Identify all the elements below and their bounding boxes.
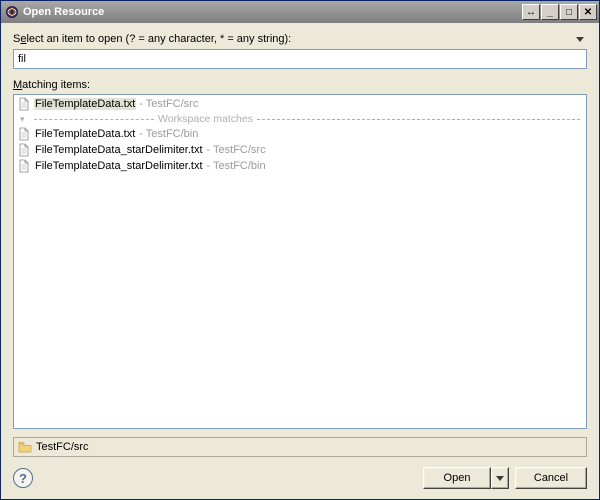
resize-button[interactable]: ↔	[522, 4, 540, 20]
file-icon	[17, 159, 31, 173]
item-filename: FileTemplateData_starDelimiter.txt	[34, 160, 204, 172]
help-button[interactable]: ?	[13, 468, 33, 488]
item-filename: FileTemplateData.txt	[34, 98, 136, 110]
item-path: - TestFC/bin	[207, 160, 266, 172]
file-icon	[17, 143, 31, 157]
status-bar: TestFC/src	[13, 437, 587, 457]
workspace-separator: ▾ Workspace matches	[14, 112, 586, 126]
list-item[interactable]: FileTemplateData_starDelimiter.txt - Tes…	[14, 158, 586, 174]
chevron-down-icon	[576, 37, 584, 42]
item-path: - TestFC/bin	[139, 128, 198, 140]
prompt-row: Select an item to open (? = any characte…	[13, 33, 587, 45]
minimize-button[interactable]: _	[541, 4, 559, 20]
titlebar-controls: ↔ _ □ ✕	[521, 4, 597, 20]
maximize-button[interactable]: □	[560, 4, 578, 20]
separator-label: Workspace matches	[158, 113, 253, 125]
status-path: TestFC/src	[36, 441, 89, 453]
file-icon	[17, 97, 31, 111]
matching-items-label: Matching items:	[13, 79, 587, 91]
list-item[interactable]: FileTemplateData.txt - TestFC/bin	[14, 126, 586, 142]
list-item[interactable]: FileTemplateData.txt - TestFC/src	[14, 96, 586, 112]
item-path: - TestFC/src	[207, 144, 266, 156]
item-path: - TestFC/src	[139, 98, 198, 110]
open-resource-dialog: Open Resource ↔ _ □ ✕ Select an item to …	[0, 0, 600, 500]
open-button[interactable]: Open	[423, 467, 491, 489]
open-button-group: Open	[423, 467, 509, 489]
view-menu-button[interactable]	[573, 34, 587, 44]
twisty-icon: ▾	[20, 114, 30, 125]
cancel-button[interactable]: Cancel	[515, 467, 587, 489]
prompt-label: Select an item to open (? = any characte…	[13, 33, 291, 45]
results-list[interactable]: FileTemplateData.txt - TestFC/src ▾ Work…	[13, 94, 587, 429]
chevron-down-icon	[496, 476, 504, 481]
dialog-body: Select an item to open (? = any characte…	[1, 23, 599, 499]
button-row: ? Open Cancel	[13, 467, 587, 489]
file-icon	[17, 127, 31, 141]
open-dropdown-button[interactable]	[491, 467, 509, 489]
list-item[interactable]: FileTemplateData_starDelimiter.txt - Tes…	[14, 142, 586, 158]
item-filename: FileTemplateData_starDelimiter.txt	[34, 144, 204, 156]
window-title: Open Resource	[23, 6, 521, 18]
titlebar[interactable]: Open Resource ↔ _ □ ✕	[1, 1, 599, 23]
close-button[interactable]: ✕	[579, 4, 597, 20]
item-filename: FileTemplateData.txt	[34, 128, 136, 140]
search-input[interactable]	[13, 49, 587, 69]
folder-icon	[18, 441, 32, 453]
eclipse-icon	[5, 5, 19, 19]
